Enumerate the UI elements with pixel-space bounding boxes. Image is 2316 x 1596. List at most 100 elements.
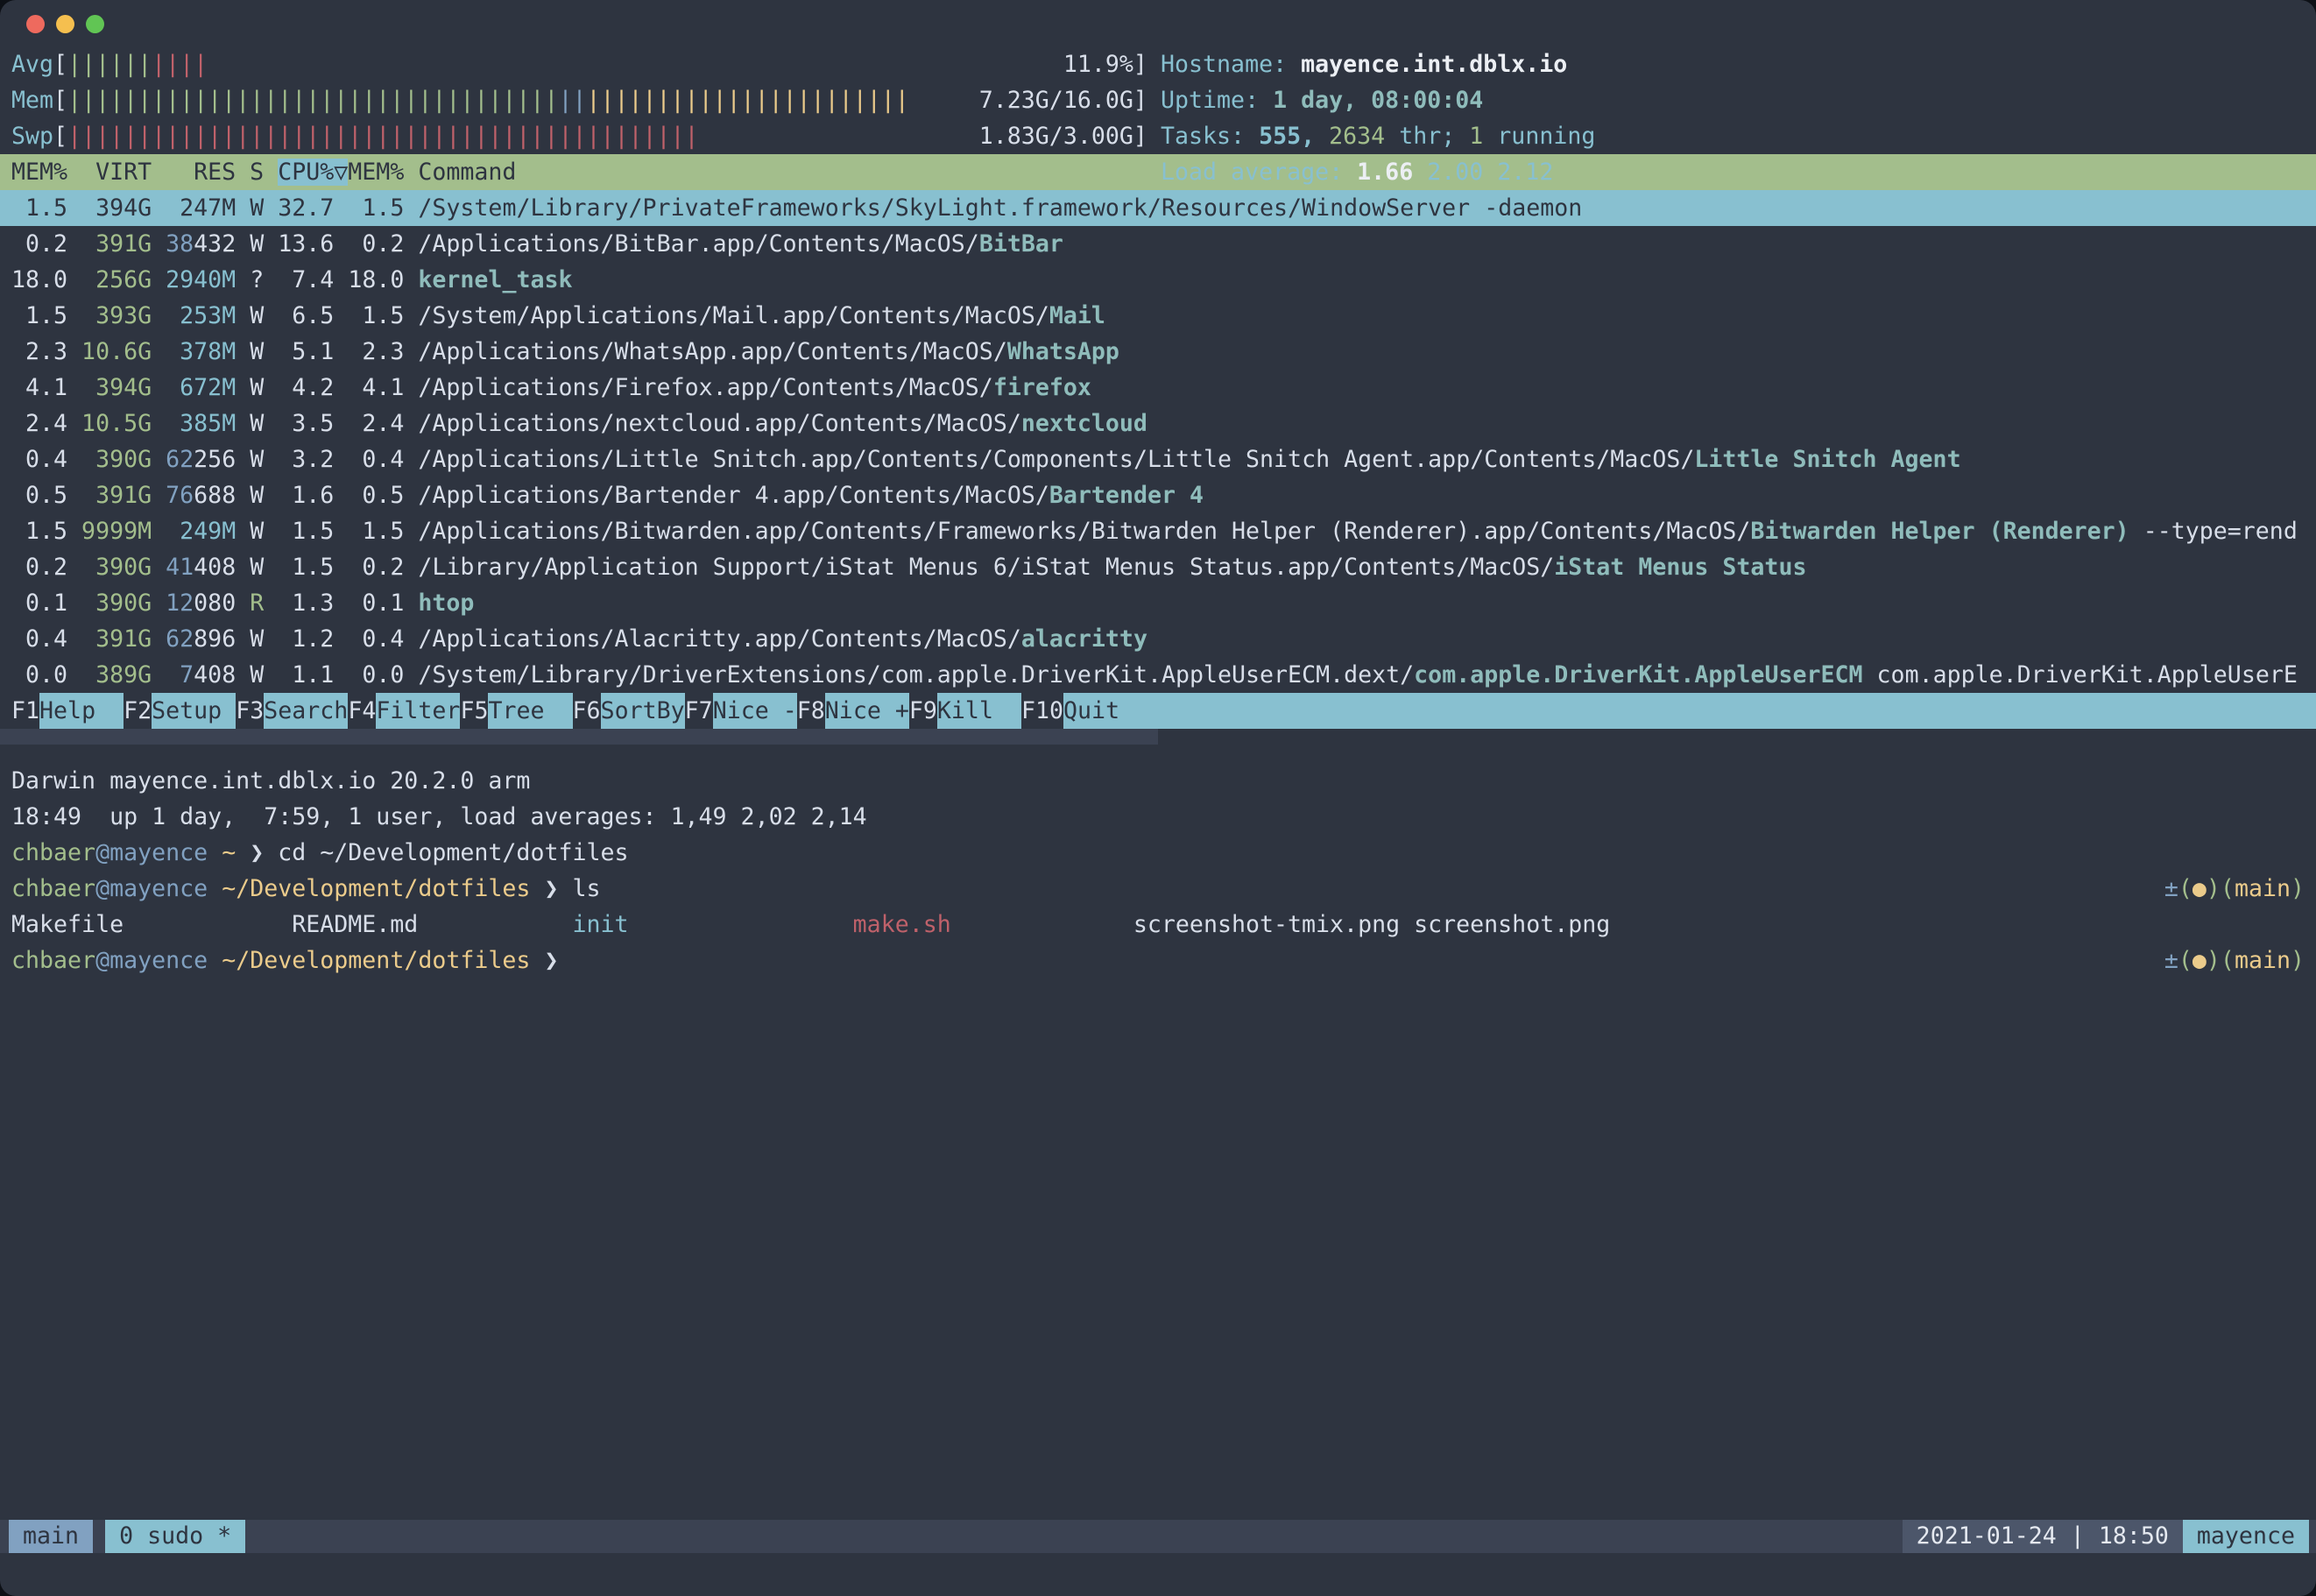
table-header[interactable]: MEM% VIRT RES S CPU%▽MEM% Command bbox=[0, 154, 2316, 190]
text-span bbox=[236, 338, 250, 365]
text-span bbox=[334, 625, 348, 653]
text-span: Mem bbox=[11, 87, 53, 114]
text-span: 394G bbox=[67, 194, 152, 222]
text-span: ( bbox=[2178, 947, 2192, 974]
fkey-action-search[interactable]: Search bbox=[264, 693, 348, 729]
text-span: 38 bbox=[166, 230, 194, 258]
text-span: Bitwarden Helper (Renderer) bbox=[1750, 518, 2129, 545]
fkey-action-kill[interactable]: Kill bbox=[937, 693, 1021, 729]
text-span: 0.4 bbox=[11, 625, 67, 653]
fkey-action-quit[interactable]: Quit bbox=[1063, 693, 1119, 729]
fkey-f7: F7 bbox=[685, 693, 713, 729]
fkey-action-setup[interactable]: Setup bbox=[152, 693, 236, 729]
text-span: 62 bbox=[166, 625, 194, 653]
text-span: 0.0 bbox=[11, 661, 67, 689]
text-span bbox=[152, 266, 166, 293]
fkey-action-tree[interactable]: Tree bbox=[488, 693, 572, 729]
process-row[interactable]: 4.1 394G 672M W 4.2 4.1 /Applications/Fi… bbox=[0, 370, 2316, 406]
text-span: 2634 bbox=[1329, 123, 1385, 150]
tmux-window-0-sudo[interactable]: 0 sudo * bbox=[105, 1520, 245, 1553]
text-span: ) bbox=[2291, 875, 2305, 902]
text-span: init bbox=[572, 911, 628, 938]
process-row[interactable]: 0.4 391G 62896 W 1.2 0.4 /Applications/A… bbox=[0, 621, 2316, 657]
text-span: make.sh bbox=[853, 911, 951, 938]
text-span: 385M bbox=[180, 410, 236, 437]
tmux-hostname[interactable]: mayence bbox=[2183, 1520, 2309, 1553]
prompt-cd: chbaer@mayence ~ ❯ cd ~/Development/dotf… bbox=[0, 835, 2316, 871]
text-span bbox=[404, 625, 418, 653]
text-span: 390G bbox=[67, 590, 152, 617]
text-span bbox=[152, 518, 180, 545]
text-span bbox=[236, 518, 250, 545]
meter-bar: ||||||||||11.9% bbox=[67, 46, 1133, 82]
text-span: 394G bbox=[67, 374, 152, 401]
process-row[interactable]: 0.0 389G 7408 W 1.1 0.0 /System/Library/… bbox=[0, 657, 2316, 693]
text-span bbox=[152, 230, 166, 258]
text-span: 3.2 bbox=[264, 446, 334, 473]
text-span bbox=[152, 302, 180, 329]
text-span: WhatsApp bbox=[1007, 338, 1119, 365]
process-row[interactable]: 0.2 390G 41408 W 1.5 0.2 /Library/Applic… bbox=[0, 549, 2316, 585]
text-span: ( bbox=[2221, 875, 2235, 902]
text-span: firefox bbox=[993, 374, 1091, 401]
process-row[interactable]: 2.4 10.5G 385M W 3.5 2.4 /Applications/n… bbox=[0, 406, 2316, 441]
fkey-action-help[interactable]: Help bbox=[39, 693, 124, 729]
text-span: 0.2 bbox=[348, 230, 404, 258]
fkey-bar-fill bbox=[1119, 693, 2316, 729]
text-span: 393G bbox=[67, 302, 152, 329]
text-span bbox=[334, 518, 348, 545]
text-span bbox=[152, 482, 166, 509]
text-span: 1.5 bbox=[264, 554, 334, 581]
text-span: 2940M bbox=[166, 266, 236, 293]
spacer bbox=[0, 745, 2316, 763]
uptime-output: 18:49 up 1 day, 7:59, 1 user, load avera… bbox=[0, 799, 2316, 835]
text-span: 1.5 bbox=[264, 518, 334, 545]
text-span: 1.5 bbox=[348, 194, 404, 222]
text-span bbox=[236, 230, 250, 258]
fkey-action-sortby[interactable]: SortBy bbox=[601, 693, 685, 729]
text-span: nextcloud bbox=[1021, 410, 1147, 437]
fkey-action-nice--[interactable]: Nice - bbox=[713, 693, 797, 729]
text-span: 0.5 bbox=[11, 482, 67, 509]
process-row[interactable]: 0.5 391G 76688 W 1.6 0.5 /Applications/B… bbox=[0, 477, 2316, 513]
text-span: W bbox=[250, 446, 264, 473]
window-titlebar[interactable] bbox=[0, 0, 2316, 46]
text-span: 4.2 bbox=[264, 374, 334, 401]
process-row[interactable]: 1.5 9999M 249M W 1.5 1.5 /Applications/B… bbox=[0, 513, 2316, 549]
text-span bbox=[208, 947, 222, 974]
sort-column-cpu[interactable]: CPU%▽ bbox=[278, 159, 348, 186]
close-button[interactable] bbox=[26, 15, 45, 33]
process-row[interactable]: 0.1 390G 12080 R 1.3 0.1 htop bbox=[0, 585, 2316, 621]
text-span bbox=[404, 230, 418, 258]
tmux-date-time[interactable]: 2021-01-24 | 18:50 bbox=[1903, 1520, 2183, 1553]
process-row[interactable]: 1.5 394G 247M W 32.7 1.5 /System/Library… bbox=[0, 190, 2316, 226]
process-row[interactable]: 0.4 390G 62256 W 3.2 0.4 /Applications/L… bbox=[0, 441, 2316, 477]
meter-mem: Mem[||||||||||||||||||||||||||||||||||||… bbox=[0, 82, 2316, 118]
text-span bbox=[236, 302, 250, 329]
git-status-segment: ±(●)(main) bbox=[2164, 871, 2305, 907]
text-span: W bbox=[250, 518, 264, 545]
text-span: /Applications/Bartender 4.app/Contents/M… bbox=[418, 482, 1049, 509]
text-span bbox=[334, 302, 348, 329]
text-span: 391G bbox=[67, 625, 152, 653]
tmux-session-name[interactable]: main bbox=[9, 1520, 93, 1553]
process-row[interactable]: 2.3 10.6G 378M W 5.1 2.3 /Applications/W… bbox=[0, 334, 2316, 370]
text-span: Swp bbox=[11, 123, 53, 150]
text-span bbox=[236, 554, 250, 581]
text-span bbox=[951, 911, 1133, 938]
text-span: com.apple.DriverKit.AppleUserECM bbox=[1414, 661, 1862, 689]
text-span: 0.4 bbox=[348, 446, 404, 473]
process-row[interactable]: 1.5 393G 253M W 6.5 1.5 /System/Applicat… bbox=[0, 298, 2316, 334]
process-row[interactable]: 0.2 391G 38432 W 13.6 0.2 /Applications/… bbox=[0, 226, 2316, 262]
text-span: mayence.int.dblx.io bbox=[1301, 51, 1567, 78]
process-row[interactable]: 18.0 256G 2940M ? 7.4 18.0 kernel_task bbox=[0, 262, 2316, 298]
fkey-action-filter[interactable]: Filter bbox=[376, 693, 460, 729]
text-span: htop bbox=[418, 590, 474, 617]
text-span bbox=[152, 446, 166, 473]
fkey-action-nice-+[interactable]: Nice + bbox=[825, 693, 909, 729]
text-span: ❯ bbox=[530, 947, 558, 974]
minimize-button[interactable] bbox=[56, 15, 74, 33]
zoom-button[interactable] bbox=[86, 15, 104, 33]
text-span: chbaer bbox=[11, 947, 95, 974]
text-span: W bbox=[250, 410, 264, 437]
